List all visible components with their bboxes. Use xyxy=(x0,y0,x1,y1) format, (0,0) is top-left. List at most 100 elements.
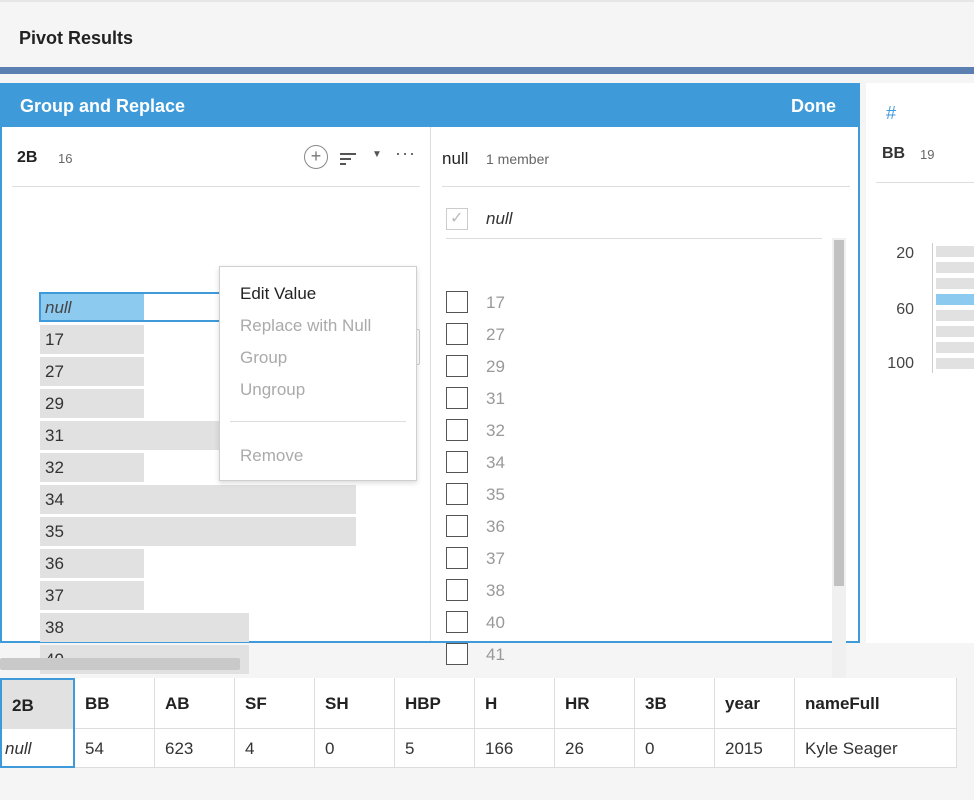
value-row[interactable]: 37 xyxy=(40,580,360,612)
group-member-row[interactable]: null xyxy=(446,205,822,239)
checkbox[interactable] xyxy=(446,643,468,665)
candidate-label: 31 xyxy=(486,389,505,408)
checkbox[interactable] xyxy=(446,291,468,313)
value-row[interactable]: 36 xyxy=(40,548,360,580)
value-row[interactable]: 35 xyxy=(40,516,360,548)
candidate-row[interactable]: 29 xyxy=(446,352,806,384)
candidate-row[interactable]: 32 xyxy=(446,416,806,448)
sort-icon[interactable] xyxy=(340,153,356,167)
checkbox[interactable] xyxy=(446,323,468,345)
candidate-row[interactable]: 31 xyxy=(446,384,806,416)
histogram-bar[interactable] xyxy=(936,358,974,369)
checkbox[interactable] xyxy=(446,355,468,377)
value-label: 36 xyxy=(45,554,64,573)
menu-ungroup[interactable]: Ungroup xyxy=(240,380,305,400)
step-divider xyxy=(0,67,974,74)
grid-cell-value: 0 xyxy=(645,739,655,758)
value-bar xyxy=(40,485,356,514)
histogram-axis xyxy=(932,243,933,373)
menu-remove[interactable]: Remove xyxy=(240,446,303,466)
grid-cell[interactable]: 26 xyxy=(555,729,635,768)
candidate-label: 41 xyxy=(486,645,505,664)
column-divider xyxy=(430,127,431,641)
bb-profile-card[interactable]: # BB 19 20 60 100 xyxy=(866,83,974,643)
column-header[interactable]: 3B xyxy=(635,678,715,729)
grid-cell[interactable]: 54 xyxy=(75,729,155,768)
value-label: 27 xyxy=(45,362,64,381)
column-header[interactable]: year xyxy=(715,678,795,729)
column-header-label: 3B xyxy=(645,694,667,713)
column-header[interactable]: SF xyxy=(235,678,315,729)
column-header[interactable]: HBP xyxy=(395,678,475,729)
group-detail-column: null 1 member null 17 27 29 31 32 34 35 36 37 38 4… xyxy=(432,127,858,678)
column-header[interactable]: HR xyxy=(555,678,635,729)
member-label: null xyxy=(486,209,513,228)
candidate-row[interactable]: 38 xyxy=(446,576,806,608)
column-header[interactable]: 2B xyxy=(0,678,75,729)
histogram-bar[interactable] xyxy=(936,278,974,289)
field-header: 2B 16 + ▼ ··· xyxy=(12,143,420,187)
grid-cell[interactable]: 0 xyxy=(635,729,715,768)
checkbox[interactable] xyxy=(446,451,468,473)
candidate-row[interactable]: 37 xyxy=(446,544,806,576)
horizontal-scrollbar[interactable] xyxy=(0,658,240,670)
grid-cell[interactable]: 0 xyxy=(315,729,395,768)
histogram-bar[interactable] xyxy=(936,246,974,257)
candidate-row[interactable]: 27 xyxy=(446,320,806,352)
grid-cell[interactable]: null xyxy=(0,729,75,768)
done-button[interactable]: Done xyxy=(791,96,836,117)
grid-cell[interactable]: 166 xyxy=(475,729,555,768)
histogram-bar[interactable] xyxy=(936,342,974,353)
checkbox[interactable] xyxy=(446,387,468,409)
column-header[interactable]: SH xyxy=(315,678,395,729)
group-and-replace-panel: Group and Replace Done 2B 16 + ▼ ··· nul… xyxy=(0,83,860,678)
candidate-label: 38 xyxy=(486,581,505,600)
menu-separator xyxy=(230,421,406,422)
histogram-bar[interactable] xyxy=(936,294,974,305)
histogram-bar[interactable] xyxy=(936,326,974,337)
number-type-icon: # xyxy=(886,103,897,123)
column-header-label: 2B xyxy=(12,696,34,715)
scrollbar-thumb[interactable] xyxy=(834,240,844,586)
more-options-icon[interactable]: ··· xyxy=(395,143,416,164)
checkbox[interactable] xyxy=(446,579,468,601)
column-header[interactable]: BB xyxy=(75,678,155,729)
candidate-row[interactable]: 40 xyxy=(446,608,806,640)
column-header[interactable]: H xyxy=(475,678,555,729)
grid-cell[interactable]: 4 xyxy=(235,729,315,768)
grid-cell-value: 4 xyxy=(245,739,255,758)
add-group-icon[interactable]: + xyxy=(304,145,328,169)
chevron-down-icon[interactable]: ▼ xyxy=(372,149,382,160)
checkbox[interactable] xyxy=(446,419,468,441)
grid-cell[interactable]: 2015 xyxy=(715,729,795,768)
tick-label: 20 xyxy=(896,245,914,262)
column-header[interactable]: nameFull xyxy=(795,678,957,729)
value-row[interactable]: 34 xyxy=(40,484,360,516)
checkbox[interactable] xyxy=(446,483,468,505)
checkbox[interactable] xyxy=(446,515,468,537)
value-label: 37 xyxy=(45,586,64,605)
candidate-row[interactable]: 34 xyxy=(446,448,806,480)
tick-label: 100 xyxy=(887,355,914,372)
value-bar xyxy=(40,613,249,642)
value-label: 38 xyxy=(45,618,64,637)
page-title: Pivot Results xyxy=(19,28,134,48)
checkbox[interactable] xyxy=(446,547,468,569)
column-header-label: BB xyxy=(85,694,110,713)
column-header[interactable]: AB xyxy=(155,678,235,729)
menu-replace-with-null[interactable]: Replace with Null xyxy=(240,316,371,336)
histogram-bar[interactable] xyxy=(936,310,974,321)
histogram-bar[interactable] xyxy=(936,262,974,273)
checked-checkbox xyxy=(446,208,468,230)
candidate-row[interactable]: 41 xyxy=(446,640,806,672)
menu-edit-value[interactable]: Edit Value xyxy=(240,284,316,304)
grid-cell[interactable]: Kyle Seager xyxy=(795,729,957,768)
candidate-row[interactable]: 36 xyxy=(446,512,806,544)
grid-cell[interactable]: 5 xyxy=(395,729,475,768)
grid-cell[interactable]: 623 xyxy=(155,729,235,768)
candidate-row[interactable]: 35 xyxy=(446,480,806,512)
candidate-row[interactable]: 17 xyxy=(446,288,806,320)
value-row[interactable]: 38 xyxy=(40,612,360,644)
checkbox[interactable] xyxy=(446,611,468,633)
menu-group[interactable]: Group xyxy=(240,348,287,368)
